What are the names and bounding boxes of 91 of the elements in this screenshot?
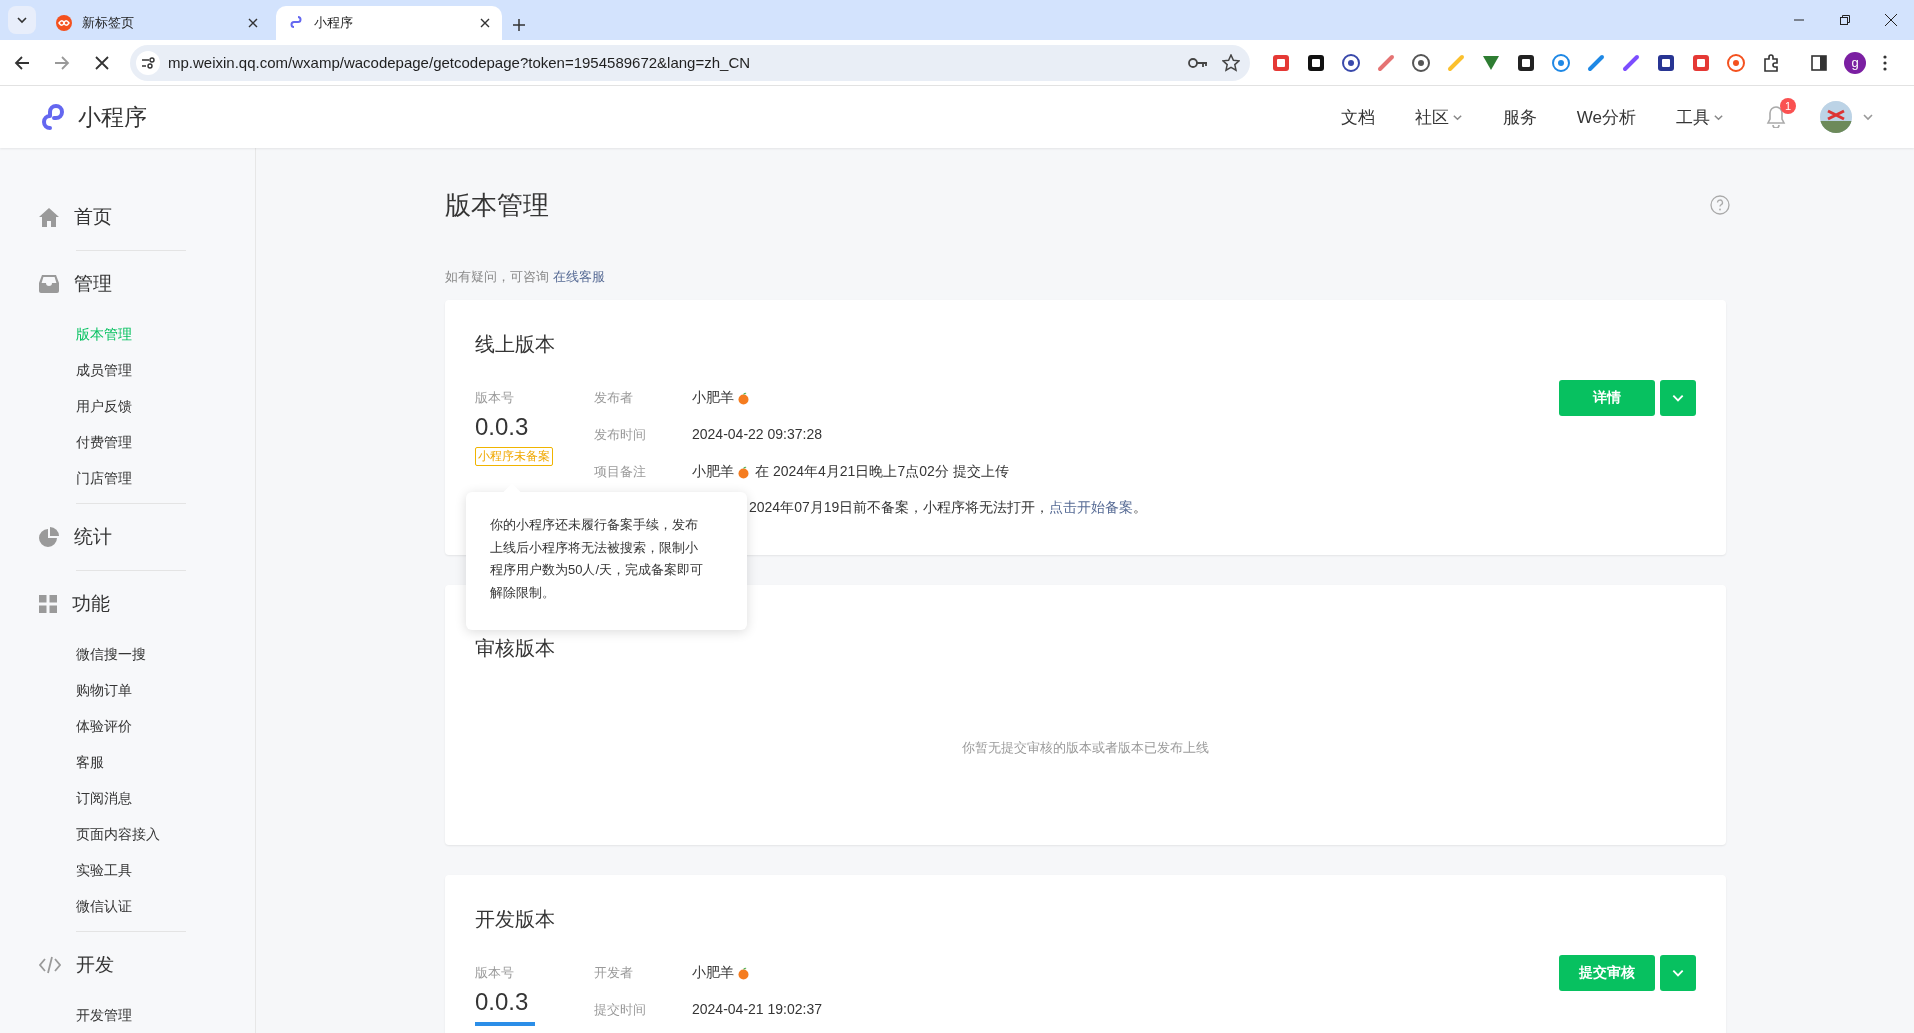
- nav-link[interactable]: 工具: [1676, 105, 1724, 129]
- field-label: 发布时间: [594, 426, 647, 444]
- sidebar-item[interactable]: 订阅消息: [76, 780, 132, 816]
- grid-icon: [39, 595, 57, 613]
- profile-avatar[interactable]: g: [1844, 51, 1866, 74]
- sidebar-group[interactable]: 首页: [0, 200, 118, 234]
- url-text: mp.weixin.qq.com/wxamp/wacodepage/getcodepage?token=1954589672&lang=zh_CN: [168, 54, 752, 71]
- star-icon[interactable]: [1222, 53, 1240, 72]
- caret-icon: [1862, 111, 1874, 123]
- tab-list-button[interactable]: [8, 6, 36, 34]
- field-value: 2024-04-22 09:37:28: [692, 426, 822, 442]
- close-icon[interactable]: [480, 18, 490, 28]
- field-label: 项目备注: [594, 463, 647, 481]
- filing-notice: 2024年07月19日前不备案，小程序将无法打开，点击开始备案。: [749, 499, 1149, 517]
- version-label: 版本号: [475, 964, 515, 982]
- pie-chart-icon: [39, 527, 59, 547]
- restore-icon[interactable]: [1840, 15, 1850, 25]
- browser-tab[interactable]: 新标签页: [44, 6, 270, 40]
- user-name: 小肥羊: [692, 389, 734, 407]
- status-tag: 小程序未备案: [475, 447, 553, 466]
- menu-icon[interactable]: [1883, 54, 1887, 71]
- key-icon[interactable]: [1188, 56, 1208, 69]
- version-number: 0.0.3: [475, 988, 530, 1016]
- help-note: 如有疑问，可咨询 在线客服: [445, 268, 606, 286]
- sidebar-item[interactable]: 付费管理: [76, 424, 132, 460]
- address-bar[interactable]: mp.weixin.qq.com/wxamp/wacodepage/getcodepage?token=1954589672&lang=zh_CN: [130, 44, 1250, 81]
- sidebar-item[interactable]: 成员管理: [76, 352, 132, 388]
- forward-icon[interactable]: [54, 54, 70, 71]
- sidebar-group[interactable]: 功能: [0, 587, 116, 621]
- field-label: 发布者: [594, 389, 634, 407]
- extensions-icon[interactable]: [1762, 53, 1780, 72]
- back-icon[interactable]: [14, 54, 30, 71]
- fruit-icon: [738, 465, 749, 479]
- sidebar-group[interactable]: 管理: [0, 267, 118, 301]
- sidebar-item[interactable]: 微信认证: [76, 888, 132, 924]
- site-logo-text: 小程序: [78, 102, 147, 132]
- online-service-link[interactable]: 在线客服: [552, 269, 605, 284]
- sidebar-item[interactable]: 门店管理: [76, 460, 132, 496]
- nav-link[interactable]: 文档: [1340, 105, 1375, 129]
- sidebar-group[interactable]: 开发: [0, 948, 120, 982]
- version-label: 版本号: [475, 389, 515, 407]
- extension-icon[interactable]: [1517, 53, 1535, 72]
- stop-icon[interactable]: [95, 55, 109, 70]
- side-panel-icon[interactable]: [1811, 54, 1827, 71]
- sidebar-item[interactable]: 页面内容接入: [76, 816, 160, 852]
- card-title: 审核版本: [475, 636, 556, 661]
- field-value: 2024-04-21 19:02:37: [692, 1001, 822, 1017]
- user-name: 小肥羊: [692, 463, 734, 481]
- new-tab-button[interactable]: [512, 18, 526, 32]
- nav-link[interactable]: We分析: [1576, 105, 1636, 129]
- code-icon: [39, 956, 61, 974]
- field-label: 提交时间: [594, 1001, 647, 1019]
- account-menu-button[interactable]: [1862, 111, 1874, 123]
- extension-icon[interactable]: [1307, 53, 1325, 72]
- nav-link[interactable]: 服务: [1502, 105, 1537, 129]
- card-title: 开发版本: [475, 907, 556, 932]
- user-name: 小肥羊: [692, 964, 734, 982]
- sidebar-item[interactable]: 用户反馈: [76, 388, 132, 424]
- version-number: 0.0.3: [475, 413, 530, 441]
- sidebar-item[interactable]: 开发管理: [76, 997, 132, 1033]
- extension-icon[interactable]: [1657, 53, 1675, 72]
- fruit-icon: [738, 391, 749, 405]
- sidebar-item[interactable]: 购物订单: [76, 672, 132, 708]
- start-filing-link[interactable]: 点击开始备案: [1049, 499, 1134, 515]
- field-label: 开发者: [594, 964, 634, 982]
- fruit-icon: [738, 966, 749, 980]
- card-title: 线上版本: [475, 332, 556, 357]
- close-icon[interactable]: [248, 18, 258, 28]
- page-title: 版本管理: [445, 188, 549, 222]
- site-settings-icon[interactable]: [136, 50, 160, 75]
- sidebar-item[interactable]: 实验工具: [76, 852, 132, 888]
- home-icon: [39, 207, 59, 227]
- sidebar-group[interactable]: 统计: [0, 520, 118, 554]
- field-value: 在 2024年4月21日晚上7点02分 提交上传: [755, 463, 1009, 481]
- inbox-icon: [39, 275, 59, 293]
- sidebar-item[interactable]: 体验评价: [76, 708, 132, 744]
- close-icon[interactable]: [1885, 14, 1897, 26]
- user-avatar[interactable]: [1820, 101, 1852, 133]
- sidebar-item[interactable]: 微信搜一搜: [76, 636, 146, 672]
- tooltip: 你的小程序还未履行备案手续，发布上线后小程序将无法被搜索，限制小程序用户数为50人/天，完成备案即可解除限制。: [466, 492, 747, 630]
- tab-favicon-icon: [288, 15, 304, 31]
- sidebar-item[interactable]: 客服: [76, 744, 104, 780]
- extension-icon[interactable]: [1412, 53, 1430, 72]
- caret-icon: [16, 14, 28, 26]
- nav-link[interactable]: 社区: [1414, 105, 1463, 129]
- tab-favicon-icon: [56, 15, 72, 31]
- browser-tab[interactable]: 小程序: [276, 6, 502, 40]
- empty-message: 你暂无提交审核的版本或者版本已发布上线: [961, 739, 1210, 757]
- notification-button[interactable]: [1766, 106, 1786, 128]
- notification-badge: 1: [1780, 98, 1796, 114]
- extension-icon[interactable]: [1342, 53, 1360, 72]
